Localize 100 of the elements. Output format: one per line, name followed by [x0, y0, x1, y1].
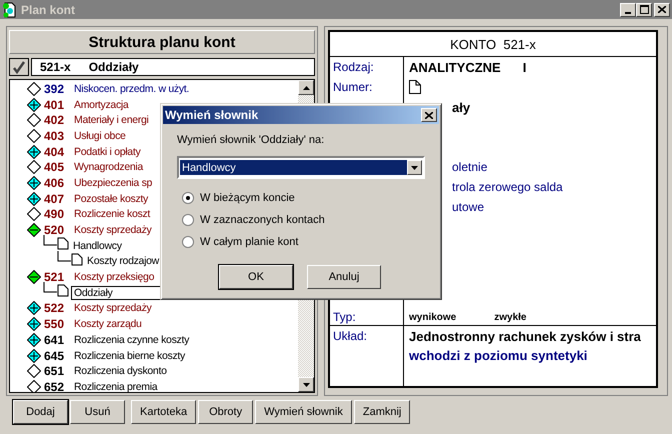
field-value: trola zerowego salda: [452, 180, 563, 194]
account-number[interactable]: 641: [44, 332, 74, 347]
account-name[interactable]: Rozliczenia czynne koszty: [74, 334, 190, 346]
tree-item[interactable]: Handlowcy: [71, 240, 124, 252]
account-number[interactable]: 401: [44, 98, 74, 112]
field-value: wynikowe: [409, 312, 456, 322]
account-number[interactable]: 404: [44, 144, 74, 159]
radio-label[interactable]: W zaznaczonych kontach: [200, 214, 325, 226]
expand-icon[interactable]: [27, 98, 41, 112]
close-button[interactable]: [421, 108, 437, 122]
account-name[interactable]: Podatki i opłaty: [74, 146, 140, 158]
current-account-field[interactable]: 521-x Oddziały: [31, 58, 315, 76]
down-arrow-icon: [302, 382, 310, 386]
account-name[interactable]: Rozliczenia premia: [74, 380, 158, 392]
confirm-button[interactable]: [9, 58, 29, 76]
checkmark-icon: [12, 60, 26, 74]
prompt-label: Wymień słownik 'Oddziały' na:: [177, 134, 326, 146]
maximize-button[interactable]: [636, 2, 652, 16]
minimize-button[interactable]: [620, 2, 636, 16]
action-button[interactable]: Usuń: [70, 400, 125, 424]
radio-label[interactable]: W bieżącym koncie: [200, 192, 295, 204]
dropdown-button[interactable]: [407, 160, 422, 175]
minimize-icon: [625, 12, 631, 14]
account-number[interactable]: 407: [44, 192, 74, 206]
expand-icon[interactable]: [27, 317, 41, 332]
field-label: Rodzaj:: [333, 60, 374, 74]
account-name[interactable]: Niskocen. przedm. w użyt.: [74, 82, 190, 95]
account-name[interactable]: Amortyzacja: [74, 98, 128, 111]
account-number[interactable]: 392: [44, 82, 74, 96]
account-name[interactable]: Usługi obce: [74, 130, 126, 142]
up-arrow-icon: [302, 86, 310, 90]
field-value: ANALITYCZNE: [409, 60, 501, 74]
collapse-icon[interactable]: [27, 223, 41, 238]
account-number[interactable]: 403: [44, 128, 74, 143]
card-title: KONTO 521-x: [330, 32, 656, 57]
expand-icon[interactable]: [27, 192, 41, 206]
scroll-down-button[interactable]: [298, 377, 314, 392]
field-value: wchodzi z poziomu syntetyki: [409, 348, 588, 363]
field-value: Jednostronny rachunek zysków i stra: [409, 329, 642, 344]
leaf-node-icon: [27, 207, 41, 222]
dialog-button[interactable]: OK: [219, 265, 293, 289]
account-name[interactable]: Pozostałe koszty: [74, 192, 148, 205]
account-name[interactable]: Materiały i energi: [74, 114, 149, 126]
account-number[interactable]: 645: [44, 348, 74, 363]
action-button[interactable]: Obroty: [198, 400, 254, 424]
caret-icon: [411, 166, 418, 170]
leaf-node-icon: [27, 128, 41, 143]
account-number[interactable]: 522: [44, 301, 74, 316]
leaf-node-icon: [27, 113, 41, 128]
action-button[interactable]: Kartoteka: [131, 400, 196, 424]
panel-title: Struktura planu kont: [9, 30, 315, 54]
action-button[interactable]: Dodaj: [13, 400, 68, 424]
dictionary-dropdown[interactable]: Handlowcy: [177, 156, 425, 179]
document-icon: [409, 80, 421, 94]
account-name[interactable]: Koszty sprzedaży: [74, 224, 152, 236]
radio-button[interactable]: [182, 214, 194, 226]
leaf-node-icon: [27, 364, 41, 378]
account-number[interactable]: 651: [44, 364, 74, 378]
field-label: Układ:: [333, 329, 368, 343]
account-number[interactable]: 490: [44, 207, 74, 222]
close-button[interactable]: [654, 2, 670, 16]
app-icon: [2, 2, 18, 18]
field-value: utowe: [452, 200, 484, 214]
field-value: I: [522, 60, 526, 74]
leaf-node-icon: [27, 82, 41, 96]
account-number[interactable]: 402: [44, 113, 74, 128]
account-number[interactable]: 550: [44, 317, 74, 332]
expand-icon[interactable]: [27, 348, 41, 363]
radio-button[interactable]: [182, 236, 194, 248]
account-number[interactable]: 652: [44, 380, 74, 392]
account-name[interactable]: Wynagrodzenia: [74, 161, 143, 174]
account-name[interactable]: Rozliczenia dyskonto: [74, 365, 167, 378]
dialog-title: Wymień słownik: [165, 108, 258, 122]
action-button[interactable]: Zamknij: [354, 400, 410, 424]
account-number[interactable]: 405: [44, 160, 74, 174]
expand-icon[interactable]: [27, 176, 41, 190]
account-number[interactable]: 406: [44, 176, 74, 190]
expand-icon[interactable]: [27, 301, 41, 316]
expand-icon[interactable]: [27, 332, 41, 347]
window-title: Plan kont: [21, 2, 76, 16]
account-number[interactable]: 520: [44, 223, 74, 238]
dialog-button[interactable]: Anuluj: [307, 265, 381, 289]
account-name[interactable]: Rozliczenia bierne koszty: [74, 350, 185, 362]
maximize-icon: [640, 5, 648, 14]
account-number[interactable]: 521: [44, 270, 74, 284]
action-button[interactable]: Wymień słownik: [255, 400, 352, 424]
radio-button[interactable]: [182, 192, 194, 204]
collapse-icon[interactable]: [27, 270, 41, 284]
scroll-up-button[interactable]: [298, 80, 314, 95]
expand-icon[interactable]: [27, 144, 41, 159]
account-name[interactable]: Ubezpieczenia sp: [74, 176, 152, 189]
tree-branch-icon: [43, 282, 71, 298]
account-name[interactable]: Koszty przeksięgo: [74, 271, 154, 284]
leaf-node-icon: [27, 160, 41, 174]
tree-item[interactable]: Koszty rodzajow: [85, 255, 161, 268]
account-name[interactable]: Koszty sprzedaży: [74, 302, 152, 314]
account-name[interactable]: Rozliczenie koszt: [74, 208, 150, 220]
field-label: Typ:: [333, 310, 356, 324]
radio-label[interactable]: W całym planie kont: [200, 236, 298, 248]
account-name[interactable]: Koszty zarządu: [74, 318, 142, 330]
